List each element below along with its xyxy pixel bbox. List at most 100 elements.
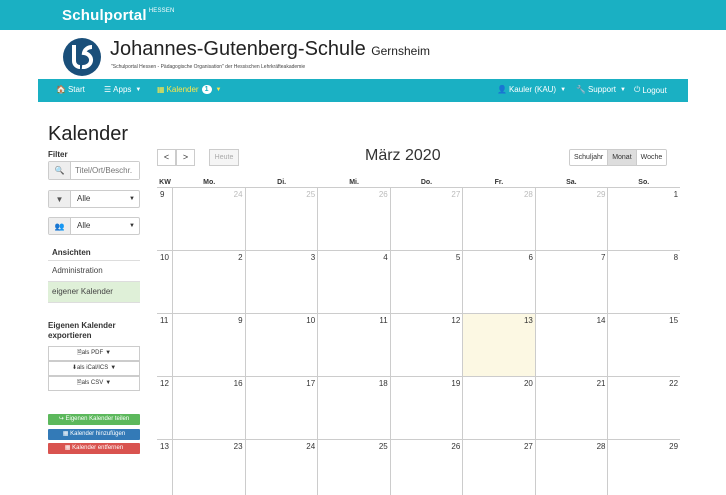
view-item-own-calendar[interactable]: eigener Kalender — [48, 282, 140, 303]
day-cell[interactable]: 12 — [391, 314, 464, 376]
nav-calendar[interactable]: ▦ Kalender 1 ▼ — [157, 85, 221, 94]
search-input[interactable] — [71, 162, 139, 179]
weekday-header: So. — [638, 179, 650, 186]
day-cell[interactable]: 8 — [608, 251, 680, 313]
views-panel: Ansichten Administration eigener Kalende… — [48, 245, 140, 303]
power-icon: ⏻ — [634, 85, 641, 94]
day-cell[interactable]: 23 — [173, 440, 246, 495]
caret-down-icon: ▼ — [110, 365, 117, 371]
week-row: 11 9 10 11 12 13 14 15 — [157, 314, 680, 377]
day-cell[interactable]: 29 — [608, 440, 680, 495]
caret-down-icon: ▼ — [105, 350, 112, 356]
day-cell[interactable]: 6 — [463, 251, 536, 313]
day-cell[interactable]: 18 — [318, 377, 391, 439]
day-cell[interactable]: 26 — [391, 440, 464, 495]
view-month-button[interactable]: Monat — [608, 150, 637, 165]
day-cell[interactable]: 27 — [463, 440, 536, 495]
day-cell[interactable]: 19 — [391, 377, 464, 439]
chevron-down-icon: ▼ — [129, 196, 135, 202]
group-filter-select[interactable]: 👥 Alle ▼ — [48, 217, 140, 235]
day-cell[interactable]: 7 — [536, 251, 609, 313]
day-cell[interactable]: 2 — [173, 251, 246, 313]
caret-down-icon: ▼ — [560, 86, 567, 93]
nav-apps[interactable]: ☰ Apps ▼ — [104, 85, 141, 94]
export-ical-button[interactable]: ⬇als iCal/ICS ▼ — [48, 361, 140, 376]
export-title: Eigenen Kalender exportieren — [48, 321, 116, 340]
nav-user[interactable]: 👤 Kauler (KAU) ▼ — [497, 85, 566, 94]
day-cell[interactable]: 11 — [318, 314, 391, 376]
export-csv-button[interactable]: 🗎als CSV ▼ — [48, 376, 140, 391]
views-header: Ansichten — [48, 245, 140, 261]
caret-down-icon: ▼ — [135, 86, 142, 93]
caret-down-icon: ▼ — [215, 86, 222, 93]
page-title: Kalender — [48, 123, 129, 145]
users-icon: 👥 — [49, 218, 71, 234]
view-switcher: Schuljahr Monat Woche — [569, 149, 668, 166]
type-filter-value: Alle — [77, 194, 91, 203]
day-cell[interactable]: 16 — [173, 377, 246, 439]
calendar-plus-icon: ▦ — [62, 431, 69, 437]
day-cell[interactable]: 25 — [318, 440, 391, 495]
day-cell[interactable]: 26 — [318, 188, 391, 250]
caret-down-icon: ▼ — [620, 86, 626, 93]
day-cell[interactable]: 17 — [246, 377, 319, 439]
view-schoolyear-button[interactable]: Schuljahr — [570, 150, 609, 165]
day-cell[interactable]: 21 — [536, 377, 609, 439]
caret-down-icon: ▼ — [105, 380, 112, 386]
type-filter-select[interactable]: ▼ Alle ▼ — [48, 190, 140, 208]
next-month-button[interactable]: > — [176, 149, 195, 166]
remove-calendar-button[interactable]: ▦ Kalender entfernen — [48, 443, 140, 454]
day-cell[interactable]: 20 — [463, 377, 536, 439]
kw-header: KW — [159, 179, 171, 186]
nav-start[interactable]: 🏠 Start — [56, 85, 85, 94]
nav-logout[interactable]: ⏻ Logout — [634, 85, 667, 95]
day-cell-today[interactable]: 13 — [463, 314, 536, 376]
calendar-badge: 1 — [201, 85, 212, 94]
day-cell[interactable]: 22 — [608, 377, 680, 439]
school-logo — [63, 38, 101, 76]
day-cell[interactable]: 27 — [391, 188, 464, 250]
day-cell[interactable]: 28 — [536, 440, 609, 495]
today-button[interactable]: Heute — [209, 149, 239, 166]
view-week-button[interactable]: Woche — [636, 150, 667, 165]
portal-title[interactable]: Schulportal HESSEN — [62, 7, 175, 24]
weekday-header: Fr. — [494, 179, 504, 186]
day-cell[interactable]: 14 — [536, 314, 609, 376]
calendar-icon: ▦ — [157, 85, 165, 94]
week-number: 13 — [157, 440, 173, 495]
week-number: 10 — [157, 251, 173, 313]
chevron-down-icon: ▼ — [129, 223, 135, 229]
day-cell[interactable]: 15 — [608, 314, 680, 376]
day-cell[interactable]: 24 — [246, 440, 319, 495]
day-cell[interactable]: 25 — [246, 188, 319, 250]
day-cell[interactable]: 4 — [318, 251, 391, 313]
week-row: 12 16 17 18 19 20 21 22 — [157, 377, 680, 440]
share-icon: ↪ — [58, 416, 64, 422]
day-cell[interactable]: 29 — [536, 188, 609, 250]
calendar-minus-icon: ▦ — [64, 445, 71, 451]
weekday-header: Sa. — [566, 179, 577, 186]
view-item-administration[interactable]: Administration — [48, 261, 140, 282]
week-row: 13 23 24 25 26 27 28 29 — [157, 440, 680, 495]
day-cell[interactable]: 5 — [391, 251, 464, 313]
portal-header: Schulportal HESSEN — [0, 0, 726, 30]
day-cell[interactable]: 28 — [463, 188, 536, 250]
day-cell[interactable]: 1 — [608, 188, 680, 250]
week-row: 10 2 3 4 5 6 7 8 — [157, 251, 680, 314]
nav-support[interactable]: 🔧 Support ▼ — [576, 85, 626, 94]
day-cell[interactable]: 10 — [246, 314, 319, 376]
day-cell[interactable]: 24 — [173, 188, 246, 250]
week-row: 9 24 25 26 27 28 29 1 — [157, 188, 680, 251]
home-icon: 🏠 — [56, 85, 66, 94]
menu-icon: ☰ — [104, 85, 112, 94]
day-cell[interactable]: 3 — [246, 251, 319, 313]
week-number: 9 — [157, 188, 173, 250]
add-calendar-button[interactable]: ▦ Kalender hinzufügen — [48, 429, 140, 440]
weekday-header: Mi. — [349, 179, 359, 186]
day-cell[interactable]: 9 — [173, 314, 246, 376]
search-icon: 🔍 — [49, 162, 71, 179]
share-calendar-button[interactable]: ↪ Eigenen Kalender teilen — [48, 414, 140, 425]
prev-month-button[interactable]: < — [157, 149, 176, 166]
export-pdf-button[interactable]: 🗎als PDF ▼ — [48, 346, 140, 361]
week-number: 12 — [157, 377, 173, 439]
